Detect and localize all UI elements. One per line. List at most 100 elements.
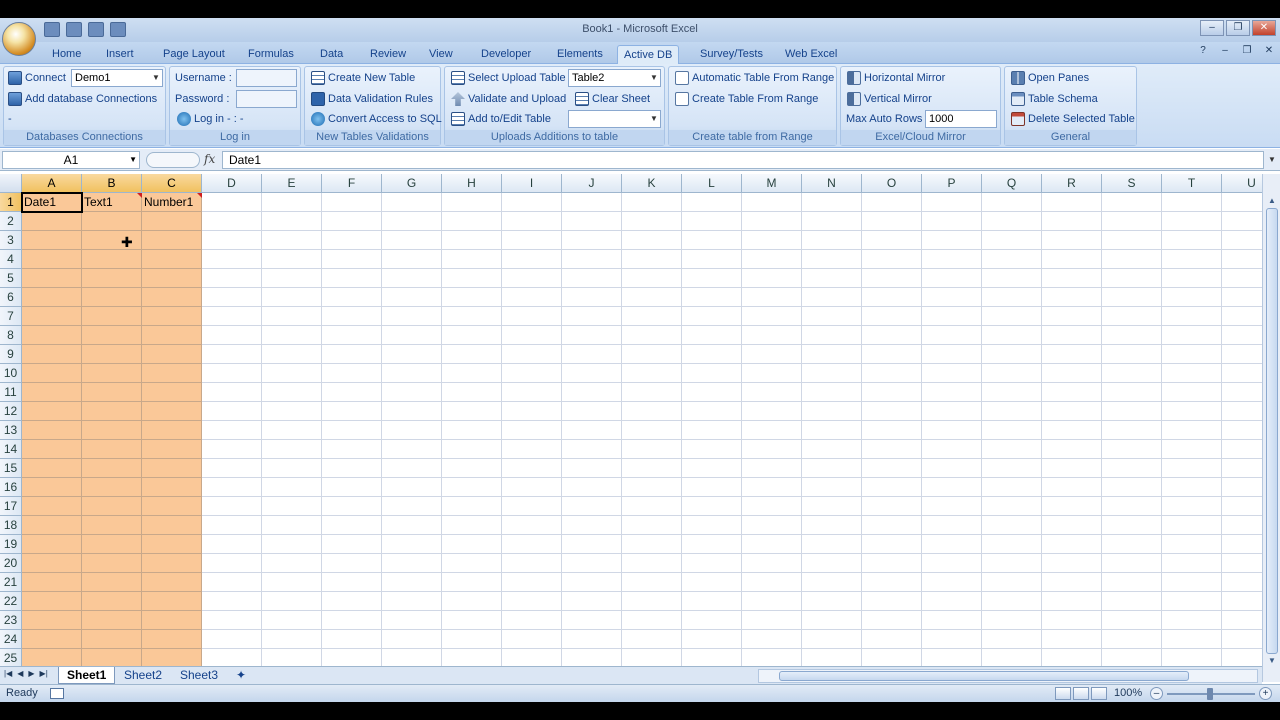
zoom-level[interactable]: 100% — [1114, 687, 1142, 699]
column-header-r[interactable]: R — [1042, 174, 1102, 193]
sheet-tab-sheet1[interactable]: Sheet1 — [58, 667, 116, 684]
tab-data[interactable]: Data — [314, 45, 349, 64]
column-header-h[interactable]: H — [442, 174, 502, 193]
login-button[interactable]: Log in - : - — [177, 110, 244, 128]
row-header-4[interactable]: 4 — [0, 250, 22, 269]
scroll-up-icon[interactable]: ▲ — [1266, 194, 1278, 208]
tab-review[interactable]: Review — [364, 45, 412, 64]
vertical-mirror-button[interactable]: Vertical Mirror — [847, 90, 932, 108]
connect-button[interactable]: Connect — [8, 69, 66, 87]
workbook-restore-button[interactable]: ❐ — [1240, 44, 1254, 58]
workbook-minimize-button[interactable]: – — [1218, 44, 1232, 58]
close-button[interactable]: ✕ — [1252, 20, 1276, 36]
minimize-button[interactable]: – — [1200, 20, 1224, 36]
column-header-o[interactable]: O — [862, 174, 922, 193]
tab-survey-tests[interactable]: Survey/Tests — [694, 45, 769, 64]
convert-access-to-sql-button[interactable]: Convert Access to SQL — [311, 110, 442, 128]
automatic-table-from-range-button[interactable]: Automatic Table From Range — [675, 69, 834, 87]
row-header-15[interactable]: 15 — [0, 459, 22, 478]
row-header-14[interactable]: 14 — [0, 440, 22, 459]
validate-and-upload-button[interactable]: Validate and Upload — [451, 90, 566, 108]
column-header-n[interactable]: N — [802, 174, 862, 193]
row-header-9[interactable]: 9 — [0, 345, 22, 364]
tab-home[interactable]: Home — [46, 45, 87, 64]
formula-input[interactable]: Date1 — [222, 151, 1264, 169]
tab-insert[interactable]: Insert — [100, 45, 140, 64]
prev-sheet-icon[interactable]: ◀ — [17, 669, 23, 678]
row-header-13[interactable]: 13 — [0, 421, 22, 440]
row-header-20[interactable]: 20 — [0, 554, 22, 573]
scroll-down-icon[interactable]: ▼ — [1266, 654, 1278, 668]
column-header-q[interactable]: Q — [982, 174, 1042, 193]
column-header-k[interactable]: K — [622, 174, 682, 193]
row-header-17[interactable]: 17 — [0, 497, 22, 516]
sheet-tab-sheet2[interactable]: Sheet2 — [116, 667, 170, 684]
tab-elements[interactable]: Elements — [551, 45, 609, 64]
cell-area[interactable] — [22, 193, 1262, 666]
column-header-b[interactable]: B — [82, 174, 142, 193]
highlighted-range[interactable] — [22, 193, 202, 666]
row-header-23[interactable]: 23 — [0, 611, 22, 630]
column-header-t[interactable]: T — [1162, 174, 1222, 193]
select-upload-table-button[interactable]: Select Upload Table — [451, 69, 566, 87]
sheet-tab-sheet3[interactable]: Sheet3 — [172, 667, 226, 684]
expand-formula-bar-icon[interactable]: ▼ — [1266, 151, 1278, 169]
password-field[interactable] — [236, 90, 297, 108]
cell-c1[interactable]: Number1 — [142, 193, 202, 212]
tab-formulas[interactable]: Formulas — [242, 45, 300, 64]
cell-b1[interactable]: Text1 — [82, 193, 142, 212]
column-header-a[interactable]: A — [22, 174, 82, 193]
tab-view[interactable]: View — [423, 45, 459, 64]
row-header-2[interactable]: 2 — [0, 212, 22, 231]
zoom-out-button[interactable]: – — [1150, 687, 1163, 700]
connection-select[interactable]: Demo1 ▼ — [71, 69, 163, 87]
add-edit-table-button[interactable]: Add to/Edit Table — [451, 110, 551, 128]
page-layout-view-icon[interactable] — [1073, 687, 1089, 700]
max-auto-rows-input[interactable]: 1000 — [925, 110, 997, 128]
column-header-d[interactable]: D — [202, 174, 262, 193]
formula-cancel-enter-buttons[interactable] — [146, 152, 200, 168]
office-button[interactable] — [2, 22, 36, 56]
tab-web-excel[interactable]: Web Excel — [779, 45, 843, 64]
vertical-scrollbar[interactable]: ▲ ▼ — [1262, 174, 1280, 682]
row-header-11[interactable]: 11 — [0, 383, 22, 402]
insert-function-icon[interactable]: fx — [204, 152, 215, 166]
worksheet-grid[interactable]: ABCDEFGHIJKLMNOPQRSTU 1 2 3 4 5 6 7 8 9 10 11 12 13 1… — [0, 174, 1262, 666]
column-header-i[interactable]: I — [502, 174, 562, 193]
table-schema-button[interactable]: Table Schema — [1011, 90, 1098, 108]
tab-active-db[interactable]: Active DB — [617, 45, 680, 64]
row-header-25[interactable]: 25 — [0, 649, 22, 666]
row-header-10[interactable]: 10 — [0, 364, 22, 383]
add-edit-table-select[interactable]: ▼ — [568, 110, 661, 128]
next-sheet-icon[interactable]: ▶ — [28, 669, 34, 678]
horizontal-mirror-button[interactable]: Horizontal Mirror — [847, 69, 945, 87]
select-all-button[interactable] — [0, 174, 22, 193]
vertical-scroll-thumb[interactable] — [1266, 208, 1278, 654]
row-header-21[interactable]: 21 — [0, 573, 22, 592]
delete-selected-table-button[interactable]: Delete Selected Table — [1011, 110, 1135, 128]
row-header-24[interactable]: 24 — [0, 630, 22, 649]
tab-developer[interactable]: Developer — [475, 45, 537, 64]
row-header-12[interactable]: 12 — [0, 402, 22, 421]
row-header-19[interactable]: 19 — [0, 535, 22, 554]
column-header-m[interactable]: M — [742, 174, 802, 193]
restore-button[interactable]: ❐ — [1226, 20, 1250, 36]
upload-table-select[interactable]: Table2 ▼ — [568, 69, 661, 87]
create-table-from-range-button[interactable]: Create Table From Range — [675, 90, 818, 108]
insert-sheet-icon[interactable]: ✦ — [228, 667, 254, 684]
username-field[interactable] — [236, 69, 297, 87]
add-database-connections-button[interactable]: Add database Connections — [8, 90, 157, 108]
row-header-6[interactable]: 6 — [0, 288, 22, 307]
horizontal-scrollbar[interactable] — [758, 669, 1258, 683]
zoom-in-button[interactable]: + — [1259, 687, 1272, 700]
column-header-g[interactable]: G — [382, 174, 442, 193]
row-header-1[interactable]: 1 — [0, 193, 22, 212]
column-header-e[interactable]: E — [262, 174, 322, 193]
row-header-3[interactable]: 3 — [0, 231, 22, 250]
row-header-22[interactable]: 22 — [0, 592, 22, 611]
horizontal-scroll-thumb[interactable] — [779, 671, 1189, 681]
name-box[interactable]: A1 ▼ — [2, 151, 140, 169]
column-header-l[interactable]: L — [682, 174, 742, 193]
column-header-s[interactable]: S — [1102, 174, 1162, 193]
page-break-view-icon[interactable] — [1091, 687, 1107, 700]
